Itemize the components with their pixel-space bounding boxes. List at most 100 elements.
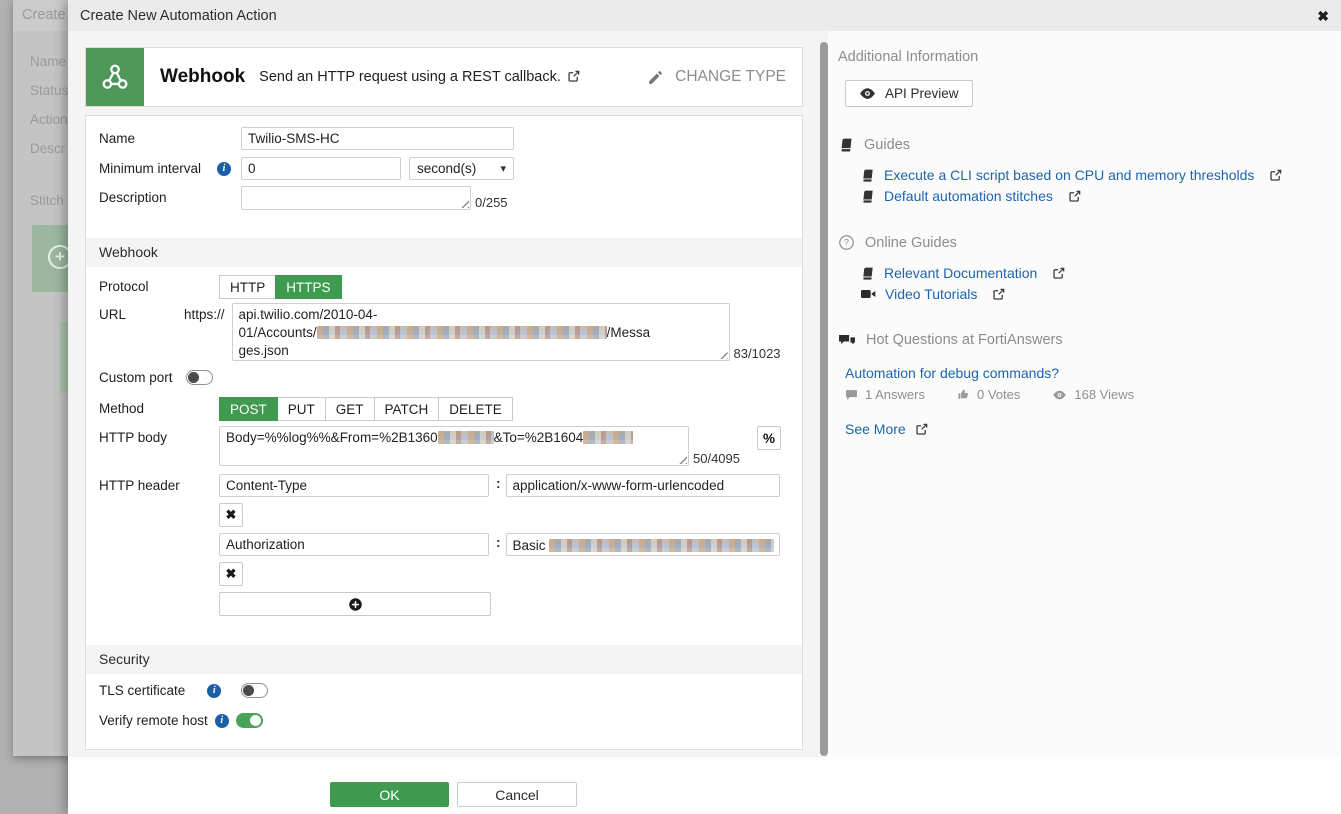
verify-remote-host-row: Verify remote host i	[86, 713, 802, 728]
method-delete-button[interactable]: DELETE	[438, 397, 513, 421]
protocol-label: Protocol	[99, 275, 219, 294]
guides-section-header: Guides	[838, 137, 1338, 153]
protocol-segment: HTTP HTTPS	[219, 275, 342, 299]
header-delete-row-2: ✖	[86, 562, 802, 592]
hot-questions-section-header: Hot Questions at FortiAnswers	[838, 332, 1338, 348]
answers-count: 1 Answers	[865, 387, 925, 402]
minimum-interval-input[interactable]	[241, 157, 401, 180]
votes-count: 0 Votes	[977, 387, 1020, 402]
create-automation-action-dialog: Create New Automation Action ✖ Webhook S…	[68, 0, 1341, 814]
action-type-card: Webhook Send an HTTP request using a RES…	[85, 47, 803, 107]
http-body-row: HTTP body Body=%%log%%&From=%2B1360&To=%…	[86, 426, 802, 466]
delete-header-button-1[interactable]: ✖	[219, 503, 243, 527]
external-link-icon[interactable]	[1269, 168, 1283, 182]
url-counter: 83/1023	[734, 346, 781, 361]
see-more-row: See More	[845, 421, 1338, 437]
external-link-icon[interactable]	[915, 422, 929, 436]
http-header-row-2: : Basic	[86, 533, 802, 556]
description-label: Description	[99, 186, 241, 205]
header-add-row	[86, 592, 802, 616]
url-row: URL https:// api.twilio.com/2010-04- 01/…	[86, 303, 802, 361]
pencil-icon	[647, 69, 664, 86]
delete-header-button-2[interactable]: ✖	[219, 562, 243, 586]
external-link-icon[interactable]	[567, 69, 581, 83]
video-tutorials-link[interactable]: Video Tutorials	[885, 286, 977, 302]
redacted-account-sid	[317, 326, 607, 339]
bg-add-stitch-card: +	[32, 225, 68, 292]
bg-stitch-card	[60, 322, 68, 393]
url-label: URL	[99, 303, 184, 322]
custom-port-row: Custom port	[86, 370, 802, 385]
guide-link-cli-script[interactable]: Execute a CLI script based on CPU and me…	[884, 167, 1254, 183]
section-webhook: Webhook	[86, 238, 802, 267]
external-link-icon[interactable]	[1052, 266, 1066, 280]
info-icon[interactable]: i	[207, 684, 221, 698]
minimum-interval-row: Minimum intervali second(s) ▾	[86, 157, 802, 180]
hot-question-link[interactable]: Automation for debug commands?	[845, 365, 1338, 381]
custom-port-toggle[interactable]	[186, 370, 213, 385]
verify-remote-host-toggle[interactable]	[236, 713, 263, 728]
book-icon	[860, 266, 875, 281]
chat-bubbles-icon	[838, 333, 856, 348]
header-key-input-2[interactable]	[219, 533, 489, 556]
http-body-label: HTTP body	[99, 426, 219, 445]
cancel-button[interactable]: Cancel	[457, 782, 577, 807]
header-delete-row-1: ✖	[86, 503, 802, 533]
http-header-label: HTTP header	[99, 474, 219, 493]
add-header-button[interactable]	[219, 592, 491, 616]
video-camera-icon	[860, 287, 876, 301]
protocol-http-button[interactable]: HTTP	[219, 275, 276, 299]
header-value-input-2[interactable]: Basic	[506, 533, 780, 556]
ok-button[interactable]: OK	[330, 782, 449, 807]
protocol-https-button[interactable]: HTTPS	[275, 275, 341, 299]
resize-handle[interactable]	[460, 199, 469, 208]
dialog-titlebar: Create New Automation Action ✖	[68, 0, 1341, 31]
header-separator: :	[489, 533, 506, 550]
method-post-button[interactable]: POST	[219, 397, 278, 421]
insert-variable-button[interactable]: %	[757, 426, 781, 450]
question-circle-icon: ?	[838, 234, 855, 251]
header-value-input-1[interactable]	[506, 474, 780, 497]
verify-remote-host-label: Verify remote host	[99, 713, 208, 728]
bg-label-description: Descr	[30, 141, 65, 156]
method-segment: POST PUT GET PATCH DELETE	[219, 397, 513, 421]
thumbs-up-icon	[957, 388, 970, 401]
url-textarea[interactable]: api.twilio.com/2010-04- 01/Accounts//Mes…	[232, 303, 730, 361]
external-link-icon[interactable]	[1068, 189, 1082, 203]
header-key-input-1[interactable]	[219, 474, 489, 497]
eye-icon	[1052, 389, 1067, 401]
tls-certificate-toggle[interactable]	[241, 683, 268, 698]
redacted-to-number	[583, 431, 633, 444]
resize-handle[interactable]	[678, 455, 687, 464]
info-icon[interactable]: i	[217, 162, 231, 176]
minimum-interval-label: Minimum intervali	[99, 157, 241, 176]
see-more-link[interactable]: See More	[845, 421, 906, 437]
http-body-textarea[interactable]: Body=%%log%%&From=%2B1360&To=%2B1604	[219, 426, 689, 466]
footer-bar	[68, 757, 1341, 814]
api-preview-button[interactable]: API Preview	[845, 80, 973, 107]
method-get-button[interactable]: GET	[325, 397, 375, 421]
guide-link-default-stitches[interactable]: Default automation stitches	[884, 188, 1053, 204]
online-guide-link-row: Relevant Documentation	[860, 265, 1338, 281]
method-patch-button[interactable]: PATCH	[374, 397, 440, 421]
method-row: Method POST PUT GET PATCH DELETE	[86, 397, 802, 421]
external-link-icon[interactable]	[992, 287, 1006, 301]
header-separator: :	[489, 474, 506, 491]
tls-certificate-row: TLS certificate i	[86, 683, 802, 698]
additional-information-title: Additional Information	[838, 49, 1338, 65]
action-type-description: Send an HTTP request using a REST callba…	[259, 69, 581, 85]
method-put-button[interactable]: PUT	[277, 397, 326, 421]
change-type-button[interactable]: CHANGE TYPE	[647, 68, 786, 86]
plus-circle-icon	[348, 597, 363, 612]
tls-certificate-label: TLS certificate	[99, 683, 185, 698]
dialog-footer: OK Cancel	[330, 782, 577, 807]
info-icon[interactable]: i	[215, 714, 229, 728]
description-textarea[interactable]	[241, 186, 471, 210]
close-icon[interactable]: ✖	[1317, 9, 1329, 23]
name-input[interactable]	[241, 127, 514, 150]
vertical-scrollbar[interactable]	[820, 42, 828, 756]
online-guides-section-header: ? Online Guides	[838, 234, 1338, 251]
http-body-counter: 50/4095	[693, 451, 740, 466]
relevant-documentation-link[interactable]: Relevant Documentation	[884, 265, 1037, 281]
interval-unit-select[interactable]: second(s) ▾	[409, 157, 514, 180]
